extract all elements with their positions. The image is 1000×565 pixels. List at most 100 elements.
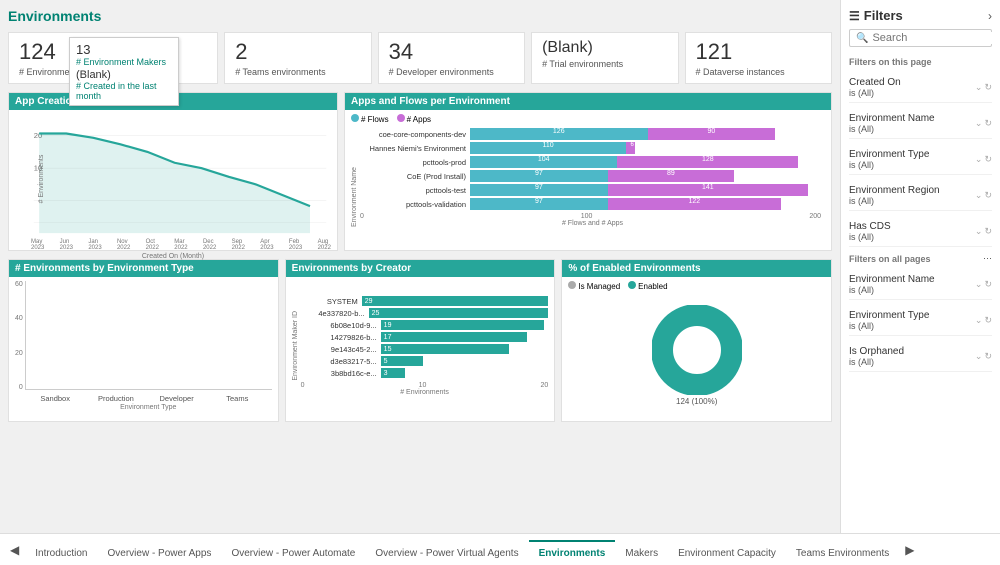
filter-chevron-is-orphaned[interactable]: ⌄ — [975, 351, 983, 362]
kpi-label-dataverse: # Dataverse instances — [696, 67, 821, 77]
filter-env-region: Environment Region is (All) ⌄ ↻ — [849, 181, 992, 211]
creator-x-ticks: 0 10 20 — [301, 382, 549, 389]
kpi-label-teams: # Teams environments — [235, 67, 360, 77]
kpi-environments: 124 # Environments 13 # Environment Make… — [8, 32, 218, 84]
filter-reset-all-env-name[interactable]: ↻ — [984, 279, 992, 290]
filter-env-name: Environment Name is (All) ⌄ ↻ — [849, 109, 992, 139]
kpi-number-developer: 34 — [389, 39, 514, 65]
hbar-row-6: pcttools-validation 97 122 — [360, 198, 825, 210]
filter-all-env-name: Environment Name is (All) ⌄ ↻ — [849, 270, 992, 300]
tab-environments[interactable]: Environments — [529, 540, 616, 565]
filter-icon: ☰ — [849, 9, 860, 23]
donut-label: 124 (100%) — [676, 397, 717, 406]
tab-teams-environments[interactable]: Teams Environments — [786, 540, 899, 565]
search-icon: 🔍 — [856, 33, 868, 44]
tab-power-automate[interactable]: Overview - Power Automate — [221, 540, 365, 565]
enabled-legend-dot — [628, 281, 636, 289]
creator-row-5: d3e83217-5... 5 — [301, 356, 549, 366]
filter-chevron-env-type[interactable]: ⌄ — [975, 154, 983, 165]
filters-title: ☰ Filters — [849, 8, 903, 23]
filter-reset-created-on[interactable]: ↻ — [984, 82, 992, 93]
kpi-developer: 34 # Developer environments — [378, 32, 525, 84]
tab-env-capacity[interactable]: Environment Capacity — [668, 540, 786, 565]
kpi-number-trial: (Blank) — [542, 39, 667, 57]
creator-x-label: # Environments — [301, 389, 549, 396]
all-pages-more-button[interactable]: ⋯ — [983, 253, 992, 264]
vbar-y-ticks: 60 40 20 0 — [15, 281, 25, 411]
vbar-label-production: Production — [90, 394, 143, 403]
hbar-row-5: pcttools-test 97 141 — [360, 184, 825, 196]
env-by-type-card: # Environments by Environment Type 60 40… — [8, 259, 279, 422]
kpi-label-trial: # Trial environments — [542, 59, 667, 69]
filter-search-box[interactable]: 🔍 — [849, 29, 992, 47]
filter-chevron-all-env-type[interactable]: ⌄ — [975, 315, 983, 326]
creator-row-system: SYSTEM 29 — [301, 296, 549, 306]
kpi-number-dataverse: 121 — [696, 39, 821, 65]
creator-row-4: 9e143c45-2... 15 — [301, 344, 549, 354]
tab-power-apps[interactable]: Overview - Power Apps — [98, 540, 222, 565]
flows-legend-dot — [351, 114, 359, 122]
env-by-type-inner: 60 40 20 0 — [15, 281, 272, 411]
app-creation-trend-card: App Creation Trend # Environments 20 10 — [8, 92, 338, 251]
line-chart-svg: 20 10 — [29, 114, 331, 244]
donut-area: 124 (100%) — [568, 295, 825, 415]
page-filters-title: Filters on this page — [849, 57, 992, 67]
filter-is-orphaned: Is Orphaned is (All) ⌄ ↻ — [849, 342, 992, 372]
creator-bars-container: SYSTEM 29 4e337820-b... 25 6b08e10d-9...… — [301, 281, 549, 411]
kpi-trial: (Blank) # Trial environments — [531, 32, 678, 84]
kpi-tooltip: 13 # Environment Makers (Blank) # Create… — [69, 37, 179, 106]
env-by-creator-card: Environments by Creator Environment Make… — [285, 259, 556, 422]
filter-chevron-env-name[interactable]: ⌄ — [975, 118, 983, 129]
filter-reset-env-type[interactable]: ↻ — [984, 154, 992, 165]
tab-power-virtual-agents[interactable]: Overview - Power Virtual Agents — [365, 540, 528, 565]
apps-flows-card: Apps and Flows per Environment # Flows #… — [344, 92, 832, 251]
filter-reset-env-region[interactable]: ↻ — [984, 190, 992, 201]
tab-introduction[interactable]: Introduction — [25, 540, 97, 565]
apps-legend-dot — [397, 114, 405, 122]
kpi-row: 124 # Environments 13 # Environment Make… — [8, 32, 832, 84]
filters-panel: ☰ Filters › 🔍 Filters on this page Creat… — [840, 0, 1000, 533]
filter-chevron-has-cds[interactable]: ⌄ — [975, 226, 983, 237]
filter-chevron-env-region[interactable]: ⌄ — [975, 190, 983, 201]
tab-navigation: Introduction Overview - Power Apps Overv… — [25, 540, 899, 565]
filters-header: ☰ Filters › — [849, 8, 992, 23]
filter-chevron-all-env-name[interactable]: ⌄ — [975, 279, 983, 290]
pct-enabled-card: % of Enabled Environments Is Managed Ena… — [561, 259, 832, 422]
pct-enabled-title: % of Enabled Environments — [562, 260, 831, 277]
env-by-creator-title: Environments by Creator — [286, 260, 555, 277]
kpi-number-teams: 2 — [235, 39, 360, 65]
pct-legend: Is Managed Enabled — [568, 281, 825, 291]
env-by-creator-inner: Environment Maker ID SYSTEM 29 4e337820-… — [292, 281, 549, 411]
hbar-row-4: CoE (Prod Install) 97 89 — [360, 170, 825, 182]
apps-flows-y-label: Environment Name — [351, 128, 358, 227]
filter-reset-is-orphaned[interactable]: ↻ — [984, 351, 992, 362]
tab-prev-button[interactable]: ◀ — [4, 543, 25, 557]
filters-collapse-button[interactable]: › — [988, 9, 992, 23]
kpi-teams: 2 # Teams environments — [224, 32, 371, 84]
tab-bar: ◀ Introduction Overview - Power Apps Ove… — [0, 533, 1000, 565]
vbar-area-container: Sandbox Production Developer Teams Envir… — [25, 281, 272, 411]
line-chart-y-label: # Environments — [38, 155, 45, 204]
hbar-x-label: # Flows and # Apps — [360, 220, 825, 227]
managed-legend-dot — [568, 281, 576, 289]
apps-flows-chart-inner: Environment Name coe-core-components-dev… — [351, 128, 825, 227]
filter-reset-has-cds[interactable]: ↻ — [984, 226, 992, 237]
filter-reset-env-name[interactable]: ↻ — [984, 118, 992, 129]
line-chart-container: # Environments 20 10 — [15, 114, 331, 244]
hbar-row-3: pcttools-prod 104 128 — [360, 156, 825, 168]
filter-env-type: Environment Type is (All) ⌄ ↻ — [849, 145, 992, 175]
filter-has-cds: Has CDS is (All) ⌄ ↻ — [849, 217, 992, 247]
filter-reset-all-env-type[interactable]: ↻ — [984, 315, 992, 326]
bottom-charts-row: # Environments by Environment Type 60 40… — [8, 259, 832, 422]
filter-search-input[interactable] — [872, 32, 1000, 44]
kpi-dataverse: 121 # Dataverse instances — [685, 32, 832, 84]
hbar-row-1: coe-core-components-dev 126 90 — [360, 128, 825, 140]
vbar-label-sandbox: Sandbox — [29, 394, 82, 403]
tab-next-button[interactable]: ▶ — [899, 543, 920, 557]
charts-middle-row: App Creation Trend # Environments 20 10 — [8, 92, 832, 251]
all-pages-filters-header: Filters on all pages ⋯ — [849, 253, 992, 264]
vbar-label-teams: Teams — [211, 394, 264, 403]
filter-chevron-created-on[interactable]: ⌄ — [975, 82, 983, 93]
creator-row-6: 3b8bd16c-e... 3 — [301, 368, 549, 378]
tab-makers[interactable]: Makers — [615, 540, 668, 565]
